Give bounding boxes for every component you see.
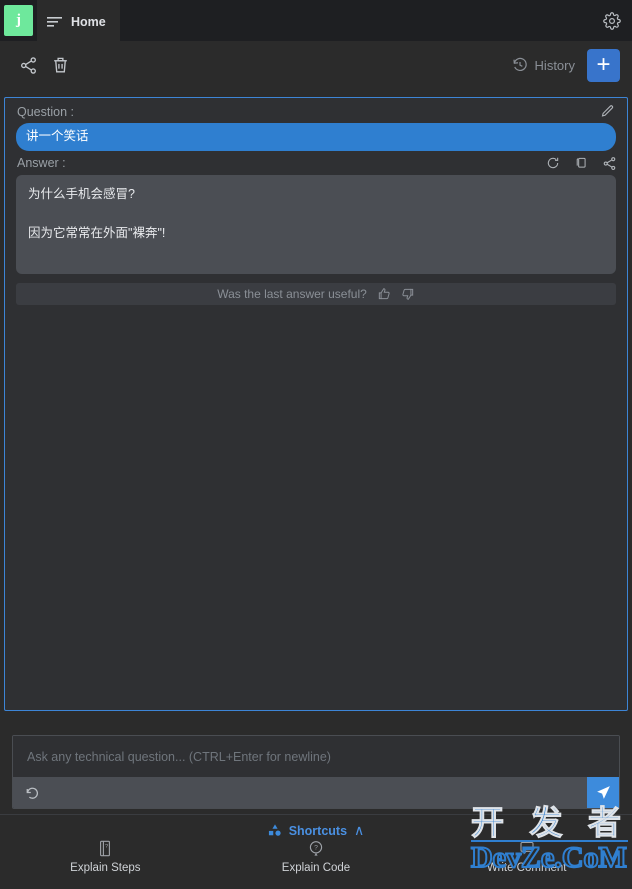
undo-arrow-icon <box>23 784 40 801</box>
feedback-bar: Was the last answer useful? <box>16 282 616 305</box>
composer-actions <box>13 777 619 808</box>
comment-icon <box>519 840 535 857</box>
svg-text:?: ? <box>314 845 318 852</box>
book-steps-icon: ? <box>97 840 113 857</box>
refresh-icon <box>546 156 560 170</box>
answer-paragraph: 为什么手机会感冒? <box>28 186 135 201</box>
app-window: j Home History + Question: 讲一个笑话 Answer… <box>0 0 632 889</box>
app-logo-cell: j <box>0 0 37 41</box>
composer: Ask any technical question... (CTRL+Ente… <box>12 735 620 809</box>
tab-home-label: Home <box>71 14 106 29</box>
chevron-up-icon: ∧ <box>354 822 365 838</box>
thumbs-down-button[interactable] <box>401 287 415 301</box>
share-nodes-icon <box>602 156 617 171</box>
clock-rewind-icon <box>512 57 528 73</box>
copy-button[interactable] <box>574 156 588 170</box>
question-bubble-icon: ? <box>308 840 324 857</box>
settings-button[interactable] <box>592 0 632 41</box>
regenerate-button[interactable] <box>546 156 560 170</box>
share-nodes-icon <box>19 56 38 75</box>
new-chat-button[interactable]: + <box>587 48 620 82</box>
shortcuts-list: ? Explain Steps ? Explain Code Write Com… <box>0 840 632 874</box>
shortcut-label: Explain Steps <box>70 862 141 874</box>
tab-home[interactable]: Home <box>37 0 120 41</box>
history-button[interactable]: History <box>512 57 575 73</box>
question-input[interactable]: Ask any technical question... (CTRL+Ente… <box>13 736 619 777</box>
feedback-label: Was the last answer useful? <box>217 286 367 301</box>
undo-button[interactable] <box>23 784 40 801</box>
action-toolbar: History + <box>0 41 632 89</box>
shortcuts-divider <box>0 814 632 815</box>
thumbs-up-icon <box>377 287 391 301</box>
answer-header: Answer : <box>5 151 627 175</box>
shortcut-label: Write Comment <box>486 862 567 874</box>
share-answer-button[interactable] <box>602 156 617 171</box>
question-label: Question : <box>17 104 74 119</box>
shortcuts-label: Shortcuts <box>288 823 348 838</box>
conversation-panel: Question : 讲一个笑话 Answer : 为什么手机会感冒? 因为它常… <box>4 97 628 711</box>
thumbs-down-icon <box>401 287 415 301</box>
answer-paragraph: 因为它常常在外面"裸奔"! <box>28 225 166 240</box>
send-button[interactable] <box>587 777 619 808</box>
titlebar: j Home <box>0 0 632 41</box>
question-text: 讲一个笑话 <box>16 123 616 151</box>
menu-lines-icon <box>47 16 63 28</box>
edit-question-button[interactable] <box>600 104 615 119</box>
question-header: Question : <box>5 98 627 123</box>
history-label: History <box>534 57 575 73</box>
gear-icon <box>603 11 621 30</box>
shortcut-label: Explain Code <box>281 862 351 874</box>
copy-icon <box>574 156 588 170</box>
delete-button[interactable] <box>44 49 76 81</box>
titlebar-spacer <box>119 0 592 41</box>
shortcut-explain-steps[interactable]: ? Explain Steps <box>0 840 211 874</box>
send-plane-icon <box>595 784 612 801</box>
answer-text: 为什么手机会感冒? 因为它常常在外面"裸奔"! <box>16 174 616 274</box>
shapes-icon <box>268 824 282 837</box>
app-logo: j <box>4 5 33 36</box>
shortcut-explain-code[interactable]: ? Explain Code <box>211 840 422 874</box>
shortcuts-toggle[interactable]: Shortcuts ∧ <box>0 822 632 839</box>
share-button[interactable] <box>12 49 44 81</box>
pencil-icon <box>600 104 615 119</box>
answer-actions <box>546 156 617 171</box>
shortcut-write-comment[interactable]: Write Comment <box>421 840 632 874</box>
svg-text:?: ? <box>105 844 108 850</box>
answer-label: Answer : <box>17 156 66 171</box>
thumbs-up-button[interactable] <box>377 287 391 301</box>
trash-icon <box>51 56 70 75</box>
